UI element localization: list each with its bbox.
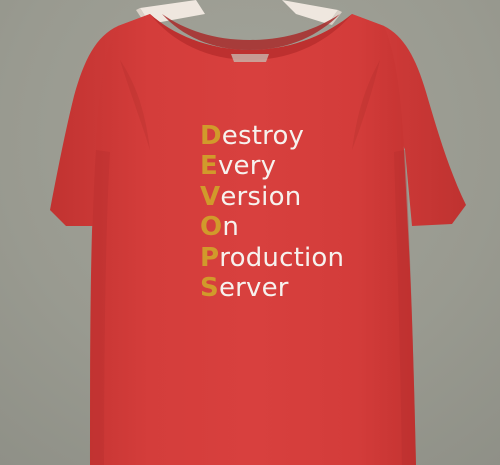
word-rest: very <box>217 151 277 182</box>
word-rest: estroy <box>221 121 305 151</box>
print-line-every: Every <box>200 151 370 181</box>
print-line-production: Production <box>200 243 370 273</box>
acronym-letter: P <box>200 242 220 273</box>
acronym-letter: E <box>200 151 218 182</box>
acronym-letter: V <box>200 181 221 212</box>
neck-label <box>231 54 269 62</box>
print-line-destroy: Destroy <box>200 121 370 151</box>
print-line-server: Server <box>200 273 370 303</box>
acronym-letter: S <box>200 272 219 303</box>
word-rest: ersion <box>220 181 302 212</box>
tshirt-photo: Destroy Every Version On Production Serv… <box>0 0 500 465</box>
word-rest: erver <box>218 272 289 303</box>
print-line-version: Version <box>200 182 370 212</box>
word-rest: n <box>222 212 239 243</box>
shirt-print: Destroy Every Version On Production Serv… <box>200 121 370 303</box>
print-line-on: On <box>200 212 370 242</box>
hanger <box>136 0 342 25</box>
acronym-letter: O <box>200 212 223 243</box>
word-rest: roduction <box>219 242 345 273</box>
acronym-letter: D <box>200 121 222 151</box>
